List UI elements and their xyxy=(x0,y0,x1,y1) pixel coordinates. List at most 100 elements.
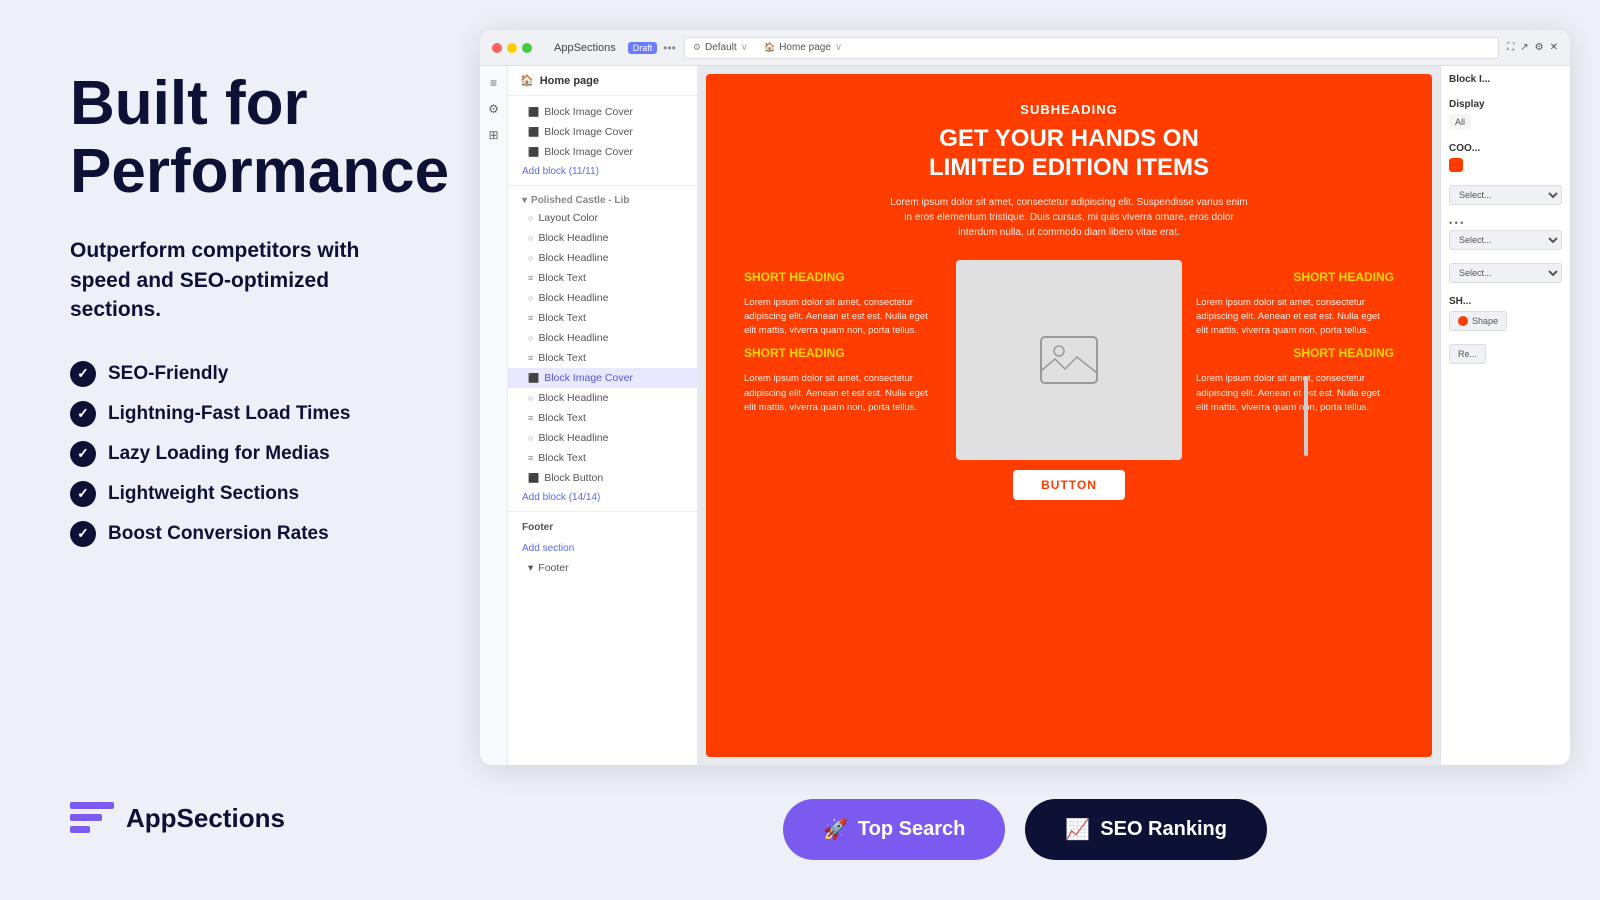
sidebar-item-text-3[interactable]: ≡ Block Text xyxy=(508,348,697,368)
sidebar-item-headline-5[interactable]: ○ Block Headline xyxy=(508,388,697,408)
share-icon[interactable]: ↗ xyxy=(1520,42,1528,53)
expand-icon[interactable]: ⛶ xyxy=(1507,42,1514,53)
image-placeholder xyxy=(1039,335,1099,385)
sidebar-item-headline-1[interactable]: ○ Block Headline xyxy=(508,228,697,248)
logo-area: AppSections xyxy=(70,796,400,840)
sidebar-footer-item[interactable]: ▾ Footer xyxy=(508,558,697,578)
canvas-item-text-4: Lorem ipsum dolor sit amet, consectetur … xyxy=(1196,372,1394,415)
left-panel: Built for Performance Outperform competi… xyxy=(0,0,460,900)
display-tag[interactable]: All xyxy=(1449,114,1471,130)
select-section-3: Select... xyxy=(1449,263,1562,286)
sidebar-home-page: 🏠 Home page xyxy=(508,66,697,96)
check-icon-3: ✓ xyxy=(70,441,96,467)
sidebar-item-image-cover[interactable]: ⬛ Block Image Cover xyxy=(508,368,697,388)
sidebar-item-block-2[interactable]: ⬛ Block Image Cover xyxy=(508,122,697,142)
headline-icon-3: ○ xyxy=(528,293,533,303)
top-search-button[interactable]: 🚀 Top Search xyxy=(783,799,1005,860)
browser-bar: AppSections Draft ••• ⚙ Default ∨ 🏠 Home… xyxy=(480,30,1570,66)
browser-dot-yellow xyxy=(507,43,517,53)
canvas-wrapper: SUBHEADING GET YOUR HANDS ON LIMITED EDI… xyxy=(698,66,1440,765)
sidebar-item-layout-color[interactable]: ○ Layout Color xyxy=(508,208,697,228)
headline-icon-4: ○ xyxy=(528,333,533,343)
seo-ranking-button[interactable]: 📈 SEO Ranking xyxy=(1025,799,1267,860)
more-options-icon[interactable]: ••• xyxy=(663,41,676,55)
sidebar-add-block-1[interactable]: Add block (11/11) xyxy=(508,162,697,181)
sidebar-divider-1 xyxy=(508,185,697,186)
shape-section: SH... Shape xyxy=(1449,296,1562,334)
sidebar-item-headline-2[interactable]: ○ Block Headline xyxy=(508,248,697,268)
headline-icon-2: ○ xyxy=(528,253,533,263)
button-icon: ⬛ xyxy=(528,473,539,484)
canvas-section: SUBHEADING GET YOUR HANDS ON LIMITED EDI… xyxy=(706,74,1432,757)
headline-icon-5: ○ xyxy=(528,393,533,403)
check-icon-5: ✓ xyxy=(70,521,96,547)
browser-mockup: AppSections Draft ••• ⚙ Default ∨ 🏠 Home… xyxy=(480,30,1570,765)
sidebar-item-headline-4[interactable]: ○ Block Headline xyxy=(508,328,697,348)
shape-button[interactable]: Shape xyxy=(1449,311,1507,331)
feature-item-5: ✓ Boost Conversion Rates xyxy=(70,521,400,547)
sidebar-item-button[interactable]: ⬛ Block Button xyxy=(508,468,697,488)
browser-dots xyxy=(492,43,532,53)
editor-canvas-area: SUBHEADING GET YOUR HANDS ON LIMITED EDI… xyxy=(698,66,1440,765)
block-title: Block I... xyxy=(1449,74,1562,89)
home-page-icon: 🏠 xyxy=(520,74,534,87)
properties-panel: Block I... Display All COO... Select... xyxy=(1440,66,1570,765)
sidebar-vertical-icons: ≡ ⚙ ⊞ xyxy=(480,66,508,765)
sidebar-items: ⬛ Block Image Cover ⬛ Block Image Cover … xyxy=(508,96,697,584)
feature-item-4: ✓ Lightweight Sections xyxy=(70,481,400,507)
sidebar-tree: 🏠 Home page ⬛ Block Image Cover ⬛ Block … xyxy=(508,66,698,765)
logo-icon xyxy=(70,796,114,840)
sidebar-icon-grid[interactable]: ⊞ xyxy=(483,124,505,146)
sidebar-item-text-4[interactable]: ≡ Block Text xyxy=(508,408,697,428)
sidebar-divider-2 xyxy=(508,511,697,512)
block-icon-3: ⬛ xyxy=(528,147,539,158)
canvas-item-text-1: Lorem ipsum dolor sit amet, consectetur … xyxy=(744,296,942,339)
canvas-button[interactable]: BUTTON xyxy=(1013,470,1125,500)
right-panel: AppSections Draft ••• ⚙ Default ∨ 🏠 Home… xyxy=(460,0,1600,900)
color-swatch-orange[interactable] xyxy=(1449,158,1463,172)
canvas-short-heading-4: SHORT HEADING xyxy=(1196,346,1394,360)
text-icon-4: ≡ xyxy=(528,413,533,423)
subtitle: Outperform competitors with speed and SE… xyxy=(70,236,400,324)
sidebar-icon-gear[interactable]: ⚙ xyxy=(483,98,505,120)
select-dots: • • • xyxy=(1449,218,1562,228)
sidebar-icon-pages[interactable]: ≡ xyxy=(483,72,505,94)
reset-button[interactable]: Re... xyxy=(1449,344,1486,364)
check-icon-1: ✓ xyxy=(70,361,96,387)
sidebar-add-block-2[interactable]: Add block (14/14) xyxy=(508,488,697,507)
close-icon[interactable]: ✕ xyxy=(1550,42,1558,53)
sidebar-item-text-2[interactable]: ≡ Block Text xyxy=(508,308,697,328)
canvas-short-heading-1: SHORT HEADING xyxy=(744,270,942,284)
sidebar-item-text-1[interactable]: ≡ Block Text xyxy=(508,268,697,288)
sidebar-item-block-1[interactable]: ⬛ Block Image Cover xyxy=(508,102,697,122)
bottom-buttons: 🚀 Top Search 📈 SEO Ranking xyxy=(480,789,1570,870)
select-1[interactable]: Select... xyxy=(1449,185,1562,205)
browser-dot-green xyxy=(522,43,532,53)
shape-color-dot xyxy=(1458,316,1468,326)
canvas-item-text-2: Lorem ipsum dolor sit amet, consectetur … xyxy=(1196,296,1394,339)
text-icon-3: ≡ xyxy=(528,353,533,363)
reset-section: Re... xyxy=(1449,344,1562,367)
canvas-col-middle xyxy=(956,260,1182,460)
check-icon-4: ✓ xyxy=(70,481,96,507)
sidebar-item-headline-6[interactable]: ○ Block Headline xyxy=(508,428,697,448)
browser-actions: ⛶ ↗ ⚙ ✕ xyxy=(1507,42,1558,53)
canvas-col-left: SHORT HEADING Lorem ipsum dolor sit amet… xyxy=(730,260,956,460)
select-section-1: Select... xyxy=(1449,185,1562,208)
main-title: Built for Performance xyxy=(70,70,400,206)
headline-icon-6: ○ xyxy=(528,433,533,443)
sidebar-item-headline-3[interactable]: ○ Block Headline xyxy=(508,288,697,308)
feature-item-1: ✓ SEO-Friendly xyxy=(70,361,400,387)
sidebar-item-text-5[interactable]: ≡ Block Text xyxy=(508,448,697,468)
browser-tab-area: AppSections Draft ••• xyxy=(548,40,676,56)
sidebar-item-block-3[interactable]: ⬛ Block Image Cover xyxy=(508,142,697,162)
feature-item-3: ✓ Lazy Loading for Medias xyxy=(70,441,400,467)
browser-url-bar[interactable]: ⚙ Default ∨ 🏠 Home page ∨ xyxy=(684,37,1499,59)
sidebar-add-section[interactable]: Add section xyxy=(508,539,697,558)
browser-tab-label: AppSections xyxy=(548,40,622,56)
select-2[interactable]: Select... xyxy=(1449,230,1562,250)
footer-section-label: Footer xyxy=(508,516,697,539)
settings-icon[interactable]: ⚙ xyxy=(1535,42,1544,53)
select-3[interactable]: Select... xyxy=(1449,263,1562,283)
block-icon-1: ⬛ xyxy=(528,107,539,118)
